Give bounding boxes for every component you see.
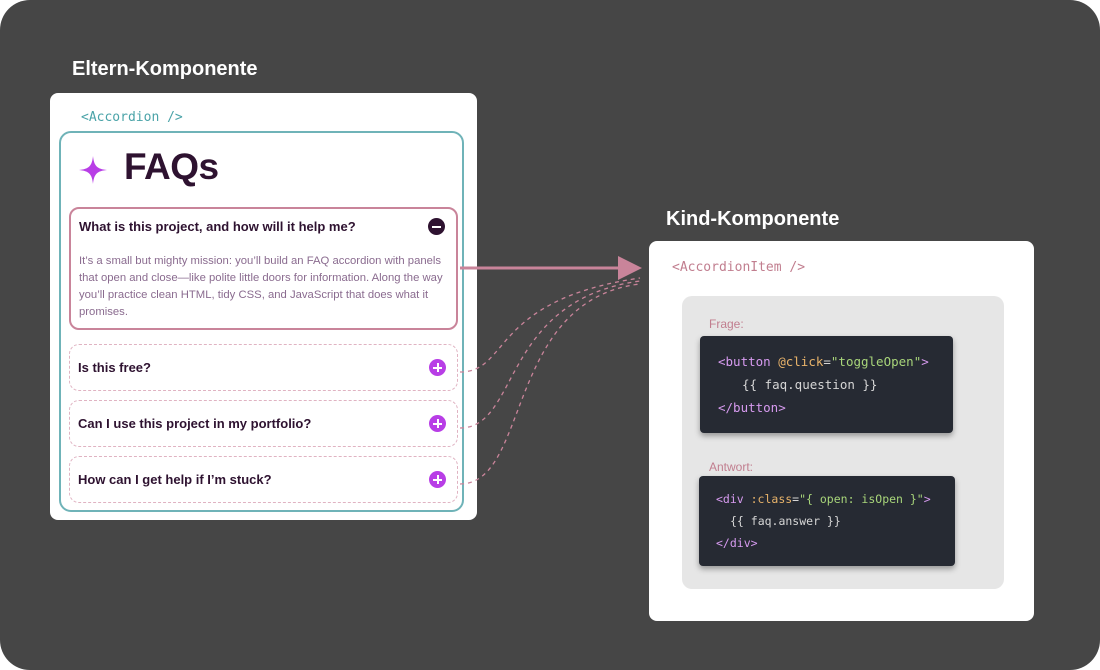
faq-question[interactable]: Can I use this project in my portfolio? — [78, 416, 311, 431]
code-line: </div> — [716, 536, 758, 550]
faq-item-open[interactable]: What is this project, and how will it he… — [69, 207, 458, 330]
faq-question[interactable]: What is this project, and how will it he… — [79, 219, 356, 234]
plus-circle-icon[interactable] — [429, 415, 446, 432]
plus-circle-icon[interactable] — [429, 359, 446, 376]
faq-question[interactable]: Is this free? — [78, 360, 151, 375]
accordion-item-tag: <AccordionItem /> — [672, 260, 806, 275]
faq-answer: It’s a small but mighty mission: you’ll … — [79, 255, 443, 318]
code-line: {{ faq.answer }} — [730, 514, 841, 528]
answer-label: Antwort: — [709, 460, 754, 474]
question-label: Frage: — [709, 317, 744, 331]
accordion-tag: <Accordion /> — [81, 110, 183, 125]
code-line: <button @click="toggleOpen"> — [718, 354, 929, 369]
answer-code-block: <div :class="{ open: isOpen }"> {{ faq.a… — [699, 476, 955, 566]
sparkle-icon — [79, 156, 107, 184]
plus-circle-icon[interactable] — [429, 471, 446, 488]
faq-item[interactable]: Can I use this project in my portfolio? — [69, 400, 458, 447]
code-line: {{ faq.question }} — [742, 377, 878, 392]
code-line: </button> — [718, 400, 786, 415]
parent-component-heading: Eltern-Komponente — [72, 58, 258, 80]
child-component-heading: Kind-Komponente — [666, 208, 840, 230]
faq-item[interactable]: Is this free? — [69, 344, 458, 391]
faq-item[interactable]: How can I get help if I’m stuck? — [69, 456, 458, 503]
faq-title: FAQs — [124, 146, 219, 187]
faq-question[interactable]: How can I get help if I’m stuck? — [78, 472, 272, 487]
code-line: <div :class="{ open: isOpen }"> — [716, 492, 931, 506]
question-code-block: <button @click="toggleOpen"> {{ faq.ques… — [700, 336, 953, 433]
minus-circle-icon[interactable] — [428, 218, 445, 235]
